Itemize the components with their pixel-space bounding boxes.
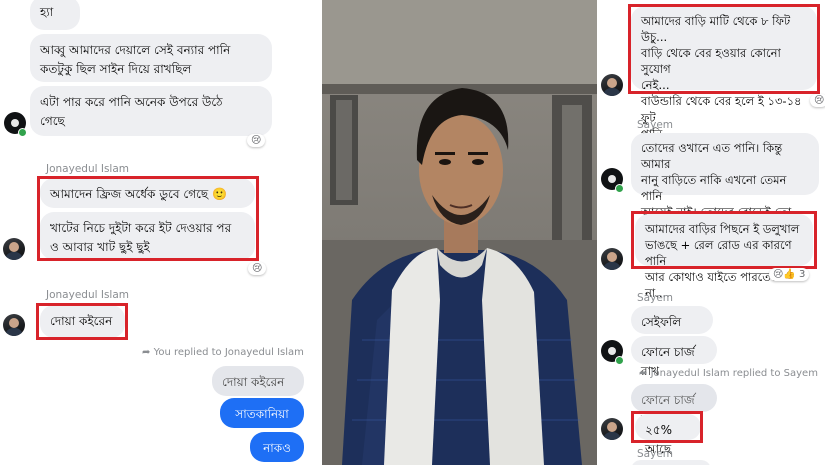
sender-avatar[interactable] bbox=[3, 238, 25, 260]
online-indicator bbox=[615, 356, 624, 365]
reply-arrow-icon: ➦ bbox=[142, 347, 151, 358]
reply-indicator: ➦ Jonayedul Islam replied to Sayem bbox=[639, 368, 818, 379]
outgoing-message[interactable]: নাকও bbox=[250, 432, 304, 462]
reaction-badge[interactable]: 😢👍 3 bbox=[769, 268, 810, 281]
message-bubble[interactable]: আমাদেন ফ্রিজ অর্ধেক ডুবে গেছে 🙂 bbox=[40, 178, 255, 208]
message-bubble[interactable]: দোয়া কইরেন bbox=[40, 305, 125, 338]
message-bubble[interactable] bbox=[631, 460, 711, 465]
reaction-badge[interactable]: 😢 bbox=[247, 134, 266, 147]
sender-avatar[interactable] bbox=[3, 314, 25, 336]
message-bubble[interactable]: ফোনে চার্জ রাখ bbox=[631, 336, 717, 378]
outgoing-message[interactable]: সাতকানিয়া bbox=[220, 398, 304, 428]
sender-avatar[interactable] bbox=[601, 418, 623, 440]
message-bubble[interactable]: আব্বু আমাদের দেয়ালে সেই বন্যার পানি কতট… bbox=[30, 34, 272, 82]
online-indicator bbox=[18, 128, 27, 137]
sender-name: Sayem bbox=[637, 119, 674, 131]
left-chat-panel: হ্যা আব্বু আমাদের দেয়ালে সেই বন্যার পান… bbox=[0, 0, 322, 465]
reply-label: Jonayedul Islam replied to Sayem bbox=[650, 368, 818, 379]
quoted-message[interactable]: ফোনে চার্জ রাখ bbox=[631, 384, 717, 426]
message-bubble[interactable]: তোদের ওখানে এত পানি। কিন্তু আমার নানু বা… bbox=[631, 133, 819, 219]
sender-name: Jonayedul Islam bbox=[46, 163, 130, 175]
reaction-badge[interactable]: 😢 bbox=[810, 94, 825, 107]
reply-label: You replied to Jonayedul Islam bbox=[153, 347, 304, 358]
message-bubble[interactable]: সেইফলি থাক। bbox=[631, 306, 713, 348]
portrait-photo bbox=[322, 0, 597, 465]
reply-arrow-icon: ➦ bbox=[639, 368, 648, 379]
reaction-badge[interactable]: 😢 bbox=[248, 262, 267, 275]
sender-avatar[interactable] bbox=[601, 74, 623, 96]
quoted-message[interactable]: দোয়া কইরেন bbox=[212, 366, 304, 396]
online-indicator bbox=[615, 184, 624, 193]
message-bubble[interactable]: হ্যা bbox=[30, 0, 80, 30]
sender-name: Sayem bbox=[637, 448, 674, 460]
message-bubble[interactable]: খাটের নিচে দুইটা করে ইট দেওয়ার পর ও আবা… bbox=[40, 212, 255, 260]
message-bubble[interactable]: আমাদের বাড়ি মাটি থেকে ৮ ফিট উচু... বাড়… bbox=[631, 6, 817, 141]
message-bubble[interactable]: ২৫% আছে bbox=[635, 414, 701, 456]
message-bubble[interactable]: আমাদের বাড়ির পিছনে ই ডলুখাল ভাঙছে + রেল… bbox=[635, 214, 813, 300]
portrait-image bbox=[322, 0, 597, 465]
sender-name: Jonayedul Islam bbox=[46, 289, 130, 301]
sender-avatar[interactable] bbox=[601, 248, 623, 270]
sender-name: Sayem bbox=[637, 292, 674, 304]
right-chat-panel: আমাদের বাড়ি মাটি থেকে ৮ ফিট উচু... বাড়… bbox=[597, 0, 825, 465]
reply-indicator: ➦ You replied to Jonayedul Islam bbox=[142, 347, 304, 358]
message-bubble[interactable]: এটা পার করে পানি অনেক উপরে উঠে গেছে bbox=[30, 86, 272, 136]
